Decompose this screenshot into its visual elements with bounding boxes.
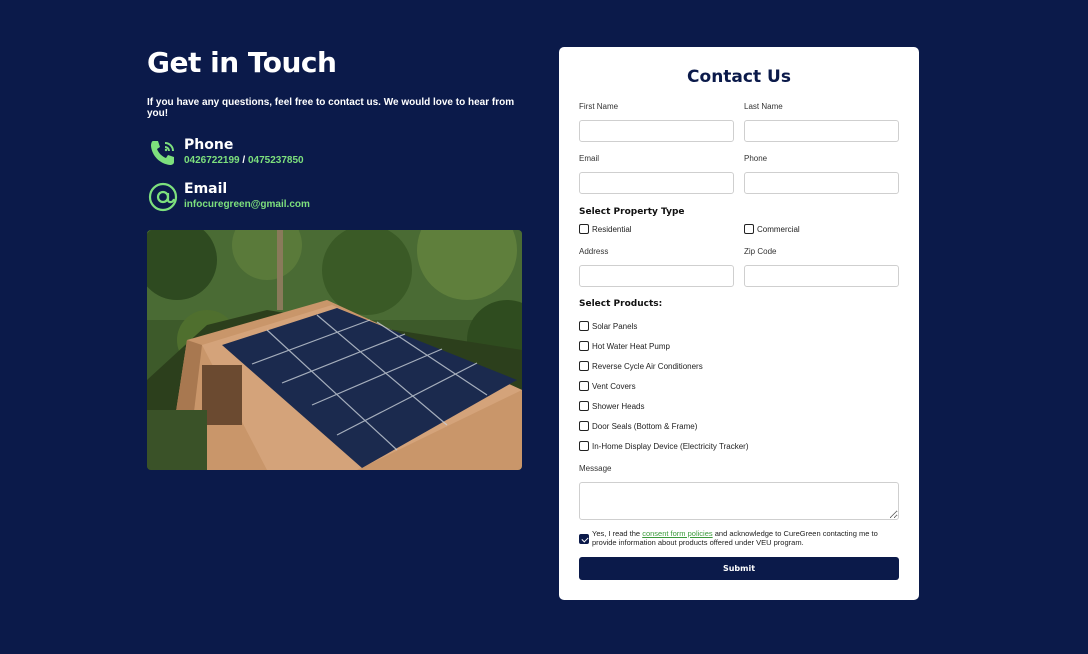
email-address[interactable]: infocuregreen@gmail.com (184, 199, 310, 210)
address-label: Address (579, 247, 609, 256)
message-label: Message (579, 464, 612, 473)
product-checkbox[interactable] (579, 361, 589, 371)
email-label: Email (184, 181, 228, 197)
product-checkbox[interactable] (579, 421, 589, 431)
last-name-input[interactable] (744, 120, 899, 142)
email-input[interactable] (579, 172, 734, 194)
product-label: Shower Heads (592, 401, 645, 411)
contact-form: Contact Us First Name Last Name Email Ph… (559, 47, 919, 600)
last-name-label: Last Name (744, 102, 783, 111)
consent-prefix: Yes, I read the (592, 529, 643, 538)
first-name-label: First Name (579, 102, 619, 111)
phone-contact: Phone 0426722199 / 0475237850 (147, 137, 523, 169)
phone-label: Phone (184, 137, 234, 153)
commercial-checkbox[interactable] (744, 224, 754, 234)
phone-separator: / (239, 155, 248, 166)
product-label: Solar Panels (592, 321, 638, 331)
address-input[interactable] (579, 265, 734, 287)
product-shower-heads[interactable]: Shower Heads (579, 401, 644, 411)
email-contact: Email infocuregreen@gmail.com (147, 181, 523, 213)
product-checkbox[interactable] (579, 401, 589, 411)
property-type-residential[interactable]: Residential (579, 224, 632, 234)
product-in-home-display[interactable]: In-Home Display Device (Electricity Trac… (579, 441, 748, 451)
product-solar-panels[interactable]: Solar Panels (579, 321, 637, 331)
product-door-seals[interactable]: Door Seals (Bottom & Frame) (579, 421, 697, 431)
email-field-label: Email (579, 154, 600, 163)
product-label: Vent Covers (592, 381, 636, 391)
product-checkbox[interactable] (579, 381, 589, 391)
commercial-label: Commercial (757, 224, 800, 234)
form-title: Contact Us (687, 67, 791, 87)
product-label: In-Home Display Device (Electricity Trac… (592, 441, 749, 451)
residential-label: Residential (592, 224, 632, 234)
product-label: Door Seals (Bottom & Frame) (592, 421, 698, 431)
products-heading: Select Products: (579, 299, 663, 309)
consent-checkbox[interactable] (579, 534, 589, 544)
product-hot-water-heat-pump[interactable]: Hot Water Heat Pump (579, 341, 670, 351)
product-vent-covers[interactable]: Vent Covers (579, 381, 636, 391)
consent-row[interactable]: Yes, I read the consent form policies an… (579, 529, 901, 547)
intro-text: If you have any questions, feel free to … (147, 97, 515, 119)
phone-field-label: Phone (744, 154, 768, 163)
product-label: Reverse Cycle Air Conditioners (592, 361, 703, 371)
property-type-heading: Select Property Type (579, 207, 685, 217)
zip-code-label: Zip Code (744, 247, 777, 256)
product-checkbox[interactable] (579, 441, 589, 451)
solar-roof-photo (147, 230, 522, 470)
residential-checkbox[interactable] (579, 224, 589, 234)
phone-icon (147, 137, 179, 169)
phone-number-1[interactable]: 0426722199 (184, 155, 240, 166)
phone-number-2[interactable]: 0475237850 (248, 155, 304, 166)
product-reverse-cycle-ac[interactable]: Reverse Cycle Air Conditioners (579, 361, 703, 371)
page-title: Get in Touch (147, 46, 337, 79)
contact-info-panel: Get in Touch If you have any questions, … (147, 46, 523, 213)
product-checkbox[interactable] (579, 321, 589, 331)
property-type-commercial[interactable]: Commercial (744, 224, 800, 234)
consent-text: Yes, I read the consent form policies an… (592, 529, 901, 547)
submit-button[interactable]: Submit (579, 557, 899, 580)
zip-code-input[interactable] (744, 265, 899, 287)
product-checkbox[interactable] (579, 341, 589, 351)
phone-numbers: 0426722199 / 0475237850 (184, 155, 304, 166)
at-sign-icon (147, 181, 179, 213)
phone-input[interactable] (744, 172, 899, 194)
product-label: Hot Water Heat Pump (592, 341, 670, 351)
message-textarea[interactable] (579, 482, 899, 520)
consent-policies-link[interactable]: consent form policies (642, 529, 712, 538)
first-name-input[interactable] (579, 120, 734, 142)
